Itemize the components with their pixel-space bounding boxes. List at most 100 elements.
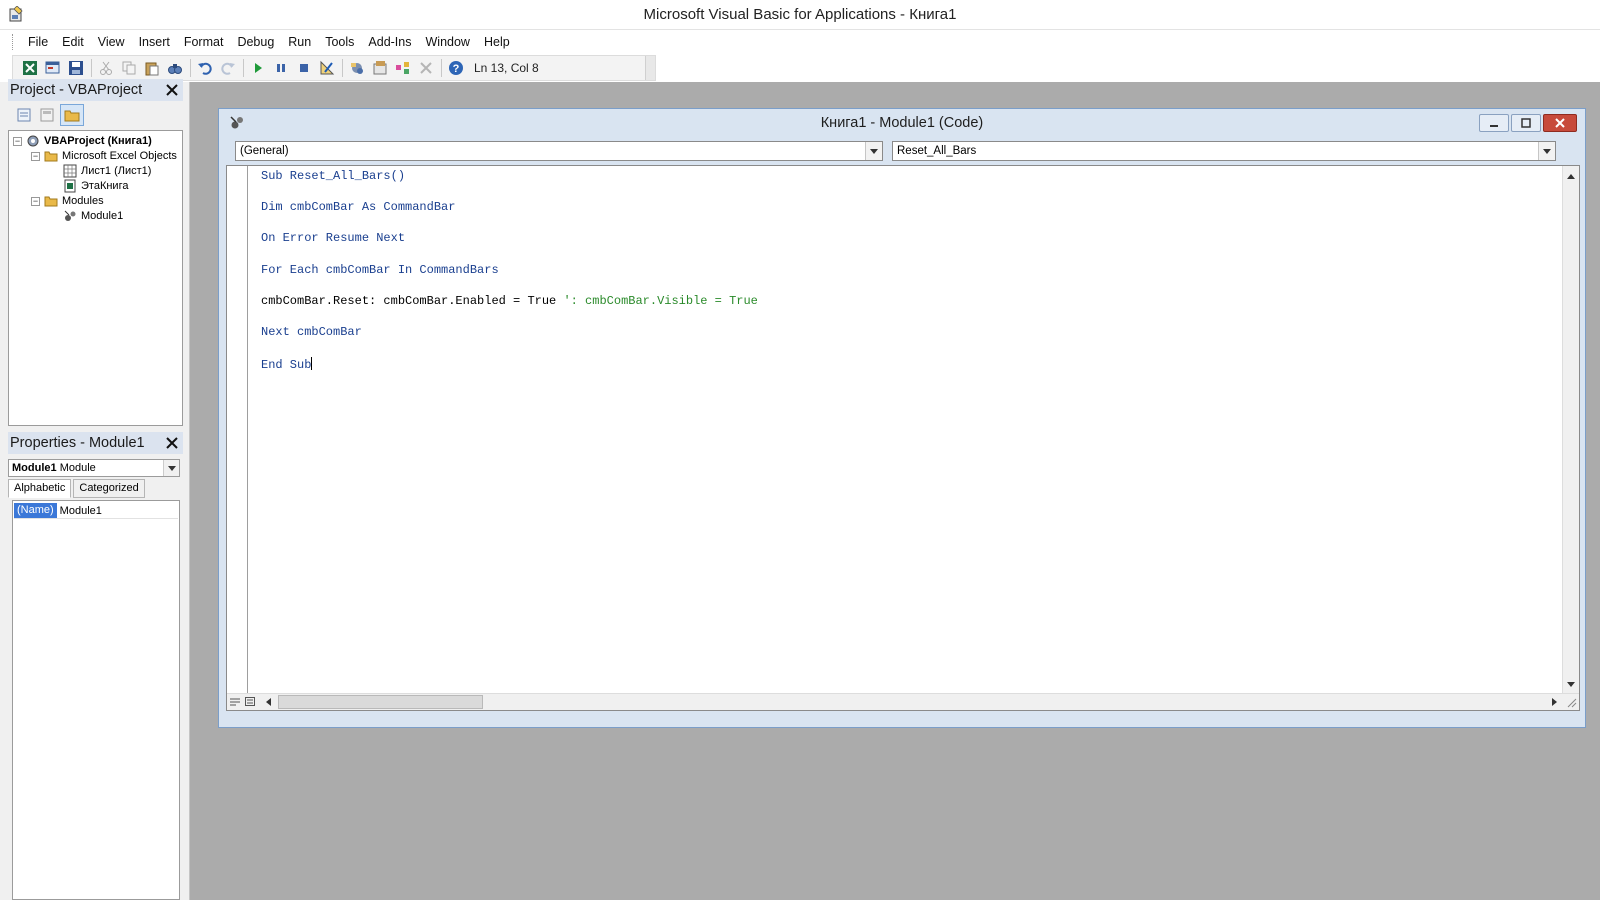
menu-help[interactable]: Help (477, 31, 517, 53)
folder-icon (44, 196, 58, 207)
tree-node-module1[interactable]: Module1 (63, 208, 123, 224)
object-selector-combo[interactable]: Module1 Module (8, 459, 180, 477)
menu-view[interactable]: View (91, 31, 132, 53)
menu-debug[interactable]: Debug (230, 31, 281, 53)
collapse-icon[interactable]: − (31, 196, 40, 206)
properties-window-button[interactable] (369, 57, 391, 79)
scroll-right-icon[interactable] (1547, 695, 1561, 709)
scroll-down-icon[interactable] (1563, 676, 1579, 692)
scroll-left-icon[interactable] (261, 695, 275, 709)
help-icon: ? (449, 61, 463, 75)
properties-window-icon (373, 61, 387, 75)
object-combo[interactable]: (General) (235, 141, 883, 161)
copy-button[interactable] (118, 57, 140, 79)
reset-button[interactable] (293, 57, 315, 79)
code-line[interactable]: Dim cmbComBar As CommandBar (261, 201, 758, 232)
view-code-button[interactable] (14, 105, 34, 125)
menu-grip[interactable] (12, 34, 15, 50)
margin-indicator-bar[interactable] (227, 166, 248, 694)
cursor-position-status: Ln 13, Col 8 (474, 61, 539, 75)
close-project-panel-button[interactable] (163, 81, 181, 99)
procedure-view-icon (230, 698, 240, 706)
menu-insert[interactable]: Insert (132, 31, 177, 53)
toolbar-separator (91, 59, 92, 77)
view-object-icon (40, 108, 54, 122)
project-panel-title: Project - VBAProject (10, 82, 143, 98)
tree-label: Microsoft Excel Objects (62, 150, 177, 162)
paste-icon (145, 62, 159, 76)
tree-label: Modules (62, 195, 104, 207)
vertical-scrollbar[interactable] (1562, 166, 1579, 694)
collapse-icon[interactable]: − (13, 136, 22, 146)
tree-node-modules[interactable]: − Modules (31, 193, 104, 209)
project-explorer-icon (351, 63, 363, 74)
toolbar-options-icon[interactable] (645, 56, 655, 80)
insert-userform-button[interactable] (42, 57, 64, 79)
horizontal-scrollbar[interactable] (227, 693, 1579, 710)
object-combo-value: (General) (240, 145, 289, 157)
view-object-button[interactable] (37, 105, 57, 125)
tree-node-vbaproject[interactable]: − VBAProject (Книга1) (13, 133, 152, 149)
property-row-name[interactable]: (Name) Module1 (14, 503, 178, 519)
minimize-button[interactable] (1479, 114, 1509, 132)
find-button[interactable] (164, 57, 186, 79)
view-code-icon (17, 108, 31, 122)
break-button[interactable] (270, 57, 292, 79)
redo-button[interactable] (217, 57, 239, 79)
close-code-window-button[interactable] (1543, 114, 1577, 132)
property-value[interactable]: Module1 (60, 505, 102, 517)
menu-window[interactable]: Window (419, 31, 477, 53)
code-editor[interactable]: Sub Reset_All_Bars() Dim cmbComBar As Co… (226, 165, 1580, 711)
procedure-view-button[interactable] (229, 695, 241, 708)
menu-tools[interactable]: Tools (318, 31, 361, 53)
menu-run[interactable]: Run (281, 31, 318, 53)
design-mode-button[interactable] (316, 57, 338, 79)
copy-icon (122, 61, 136, 75)
view-excel-button[interactable] (19, 57, 41, 79)
menu-edit[interactable]: Edit (55, 31, 91, 53)
object-browser-button[interactable] (392, 57, 414, 79)
code-line[interactable]: Next cmbComBar (261, 326, 758, 357)
procedure-combo[interactable]: Reset_All_Bars (892, 141, 1556, 161)
code-lines[interactable]: Sub Reset_All_Bars() Dim cmbComBar As Co… (261, 170, 758, 388)
tree-node-sheet1[interactable]: Лист1 (Лист1) (63, 163, 151, 179)
menu-format[interactable]: Format (177, 31, 231, 53)
full-module-view-button[interactable] (244, 695, 256, 708)
dropdown-arrow-icon[interactable] (163, 460, 179, 476)
code-line[interactable]: For Each cmbComBar In CommandBars (261, 264, 758, 295)
undo-button[interactable] (194, 57, 216, 79)
save-button[interactable] (65, 57, 87, 79)
toolbox-button[interactable] (415, 57, 437, 79)
code-text: Sub Reset_All_Bars() (261, 169, 406, 183)
project-explorer-button[interactable] (346, 57, 368, 79)
tab-alphabetic[interactable]: Alphabetic (8, 479, 72, 498)
run-icon (255, 63, 262, 73)
code-line[interactable]: End Sub (261, 357, 758, 388)
code-line[interactable]: Sub Reset_All_Bars() (261, 170, 758, 201)
menu-add-ins[interactable]: Add-Ins (361, 31, 418, 53)
tab-categorized[interactable]: Categorized (73, 479, 145, 498)
cut-button[interactable] (95, 57, 117, 79)
run-button[interactable] (247, 57, 269, 79)
folder-icon (44, 151, 58, 162)
scroll-up-icon[interactable] (1563, 168, 1579, 184)
close-properties-panel-button[interactable] (163, 434, 181, 452)
chevron-down-icon[interactable] (1538, 142, 1555, 160)
collapse-icon[interactable]: − (31, 151, 40, 161)
paste-button[interactable] (141, 57, 163, 79)
restore-button[interactable] (1511, 114, 1541, 132)
workbook-icon (64, 179, 76, 193)
insert-userform-icon (45, 61, 60, 74)
code-line[interactable]: On Error Resume Next (261, 232, 758, 263)
tree-node-thisworkbook[interactable]: ЭтаКнига (63, 178, 128, 194)
menu-file[interactable]: File (21, 31, 55, 53)
help-button[interactable]: ? (445, 57, 467, 79)
tree-node-excel-objects[interactable]: − Microsoft Excel Objects (31, 148, 177, 164)
toolbar-separator (441, 59, 442, 77)
code-line[interactable]: cmbComBar.Reset: cmbComBar.Enabled = Tru… (261, 295, 758, 326)
save-icon (69, 61, 83, 75)
horizontal-scroll-thumb[interactable] (278, 695, 483, 709)
resize-grip-icon[interactable] (1565, 696, 1577, 708)
toggle-folders-button[interactable] (60, 104, 84, 126)
chevron-down-icon[interactable] (865, 142, 882, 160)
